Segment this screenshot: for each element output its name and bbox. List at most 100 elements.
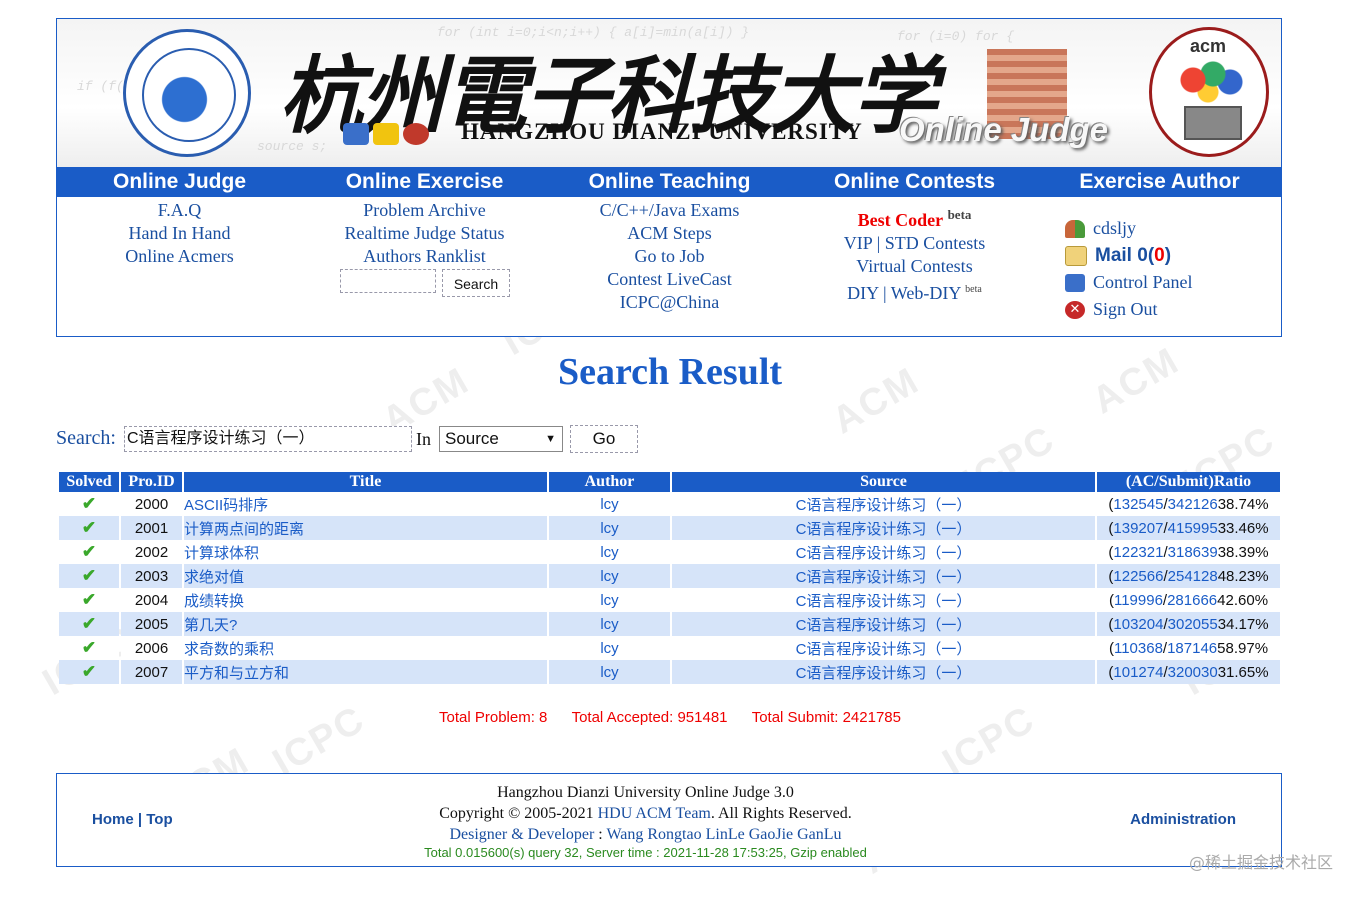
total-accepted: Total Accepted: 951481	[571, 709, 728, 726]
problem-title-link[interactable]: 求绝对值	[184, 564, 547, 588]
ac-link[interactable]: 103204	[1113, 616, 1163, 633]
link-icpc-china[interactable]: ICPC@China	[547, 291, 792, 314]
mail-icon	[1065, 245, 1087, 266]
problem-id: 2004	[121, 588, 182, 612]
beta-badge: beta	[947, 207, 972, 222]
author-link[interactable]: lcy	[549, 564, 670, 588]
go-button[interactable]: Go	[570, 425, 638, 453]
link-virtual-contests[interactable]: Virtual Contests	[792, 255, 1037, 278]
author-link[interactable]: lcy	[549, 540, 670, 564]
author-link[interactable]: lcy	[549, 660, 670, 684]
author-link[interactable]: lcy	[549, 612, 670, 636]
banner-title-en: HANGZHOU DIANZI UNIVERSITY	[461, 119, 863, 144]
author-panel: cdsljy Mail 0(0) Control Panel ✕ Sign Ou…	[1065, 215, 1275, 323]
table-row: ✔ 2007 平方和与立方和 lcy C语言程序设计练习（一） (101274/32003…	[59, 660, 1280, 684]
nav-header-online-contests: Online Contests	[833, 170, 996, 193]
link-authors-ranklist[interactable]: Authors Ranklist	[302, 245, 547, 268]
submit-link[interactable]: 415995	[1168, 520, 1218, 537]
submit-link[interactable]: 281666	[1167, 592, 1217, 609]
source-link[interactable]: C语言程序设计练习（一）	[672, 516, 1095, 540]
solved-cell: ✔	[59, 636, 119, 660]
problem-search-input[interactable]	[340, 269, 436, 293]
link-problem-archive[interactable]: Problem Archive	[302, 199, 547, 222]
source-link[interactable]: C语言程序设计练习（一）	[672, 588, 1095, 612]
author-link[interactable]: lcy	[549, 516, 670, 540]
link-web-diy[interactable]: Web-DIY	[891, 283, 961, 303]
source-link[interactable]: C语言程序设计练习（一）	[672, 612, 1095, 636]
link-go-to-job[interactable]: Go to Job	[547, 245, 792, 268]
link-realtime-judge-status[interactable]: Realtime Judge Status	[302, 222, 547, 245]
source-link[interactable]: C语言程序设计练习（一）	[672, 660, 1095, 684]
problem-id: 2000	[121, 492, 182, 516]
solved-cell: ✔	[59, 516, 119, 540]
nav-header-online-exercise: Online Exercise	[345, 170, 504, 193]
problem-id: 2006	[121, 636, 182, 660]
footer: Home | Top Hangzhou Dianzi University On…	[56, 773, 1282, 867]
submit-link[interactable]: 320030	[1168, 664, 1218, 681]
submit-link[interactable]: 318639	[1168, 544, 1218, 561]
problem-title-link[interactable]: 求奇数的乘积	[184, 636, 547, 660]
problem-title-link[interactable]: ASCII码排序	[184, 492, 547, 516]
sign-out-link[interactable]: ✕ Sign Out	[1065, 296, 1275, 323]
beta-badge: beta	[965, 284, 982, 295]
ac-link[interactable]: 139207	[1113, 520, 1163, 537]
edit-icon	[1065, 273, 1085, 292]
link-contest-livecast[interactable]: Contest LiveCast	[547, 268, 792, 291]
submit-link[interactable]: 342126	[1168, 496, 1218, 513]
problem-search-button[interactable]: Search	[442, 269, 510, 297]
link-best-coder[interactable]: Best Coder	[858, 210, 943, 230]
source-link[interactable]: C语言程序设计练习（一）	[672, 564, 1095, 588]
designers-link[interactable]: Wang Rongtao LinLe GaoJie GanLu	[606, 826, 841, 843]
ac-link[interactable]: 132545	[1113, 496, 1163, 513]
problem-title-link[interactable]: 成绩转换	[184, 588, 547, 612]
link-vip[interactable]: VIP	[844, 233, 872, 253]
header: for (int i=0;i<n;i++) { a[i]=min(a[i]) }…	[56, 18, 1282, 337]
problem-title-link[interactable]: 第几天?	[184, 612, 547, 636]
nav-header-exercise-author: Exercise Author	[1079, 170, 1240, 193]
team-link[interactable]: HDU ACM Team	[598, 805, 711, 822]
author-link[interactable]: lcy	[549, 636, 670, 660]
link-std-contests[interactable]: STD Contests	[885, 233, 986, 253]
problem-title-link[interactable]: 计算球体积	[184, 540, 547, 564]
problem-id: 2005	[121, 612, 182, 636]
ac-link[interactable]: 119996	[1114, 592, 1163, 609]
solved-cell: ✔	[59, 492, 119, 516]
ac-link[interactable]: 101274	[1113, 664, 1163, 681]
total-submit: Total Submit: 2421785	[751, 709, 901, 726]
link-acm-steps[interactable]: ACM Steps	[547, 222, 792, 245]
ac-link[interactable]: 122321	[1113, 544, 1163, 561]
link-exams[interactable]: C/C++/Java Exams	[547, 199, 792, 222]
ac-link[interactable]: 122566	[1113, 568, 1163, 585]
col-header-title: Title	[184, 472, 547, 492]
mail-link[interactable]: Mail 0(0)	[1065, 242, 1275, 269]
problem-title-link[interactable]: 平方和与立方和	[184, 660, 547, 684]
link-online-acmers[interactable]: Online Acmers	[57, 245, 302, 268]
link-hand-in-hand[interactable]: Hand In Hand	[57, 222, 302, 245]
col-header-source: Source	[672, 472, 1095, 492]
col-header-ratio: (AC/Submit)Ratio	[1097, 472, 1280, 492]
totals: Total Problem: 8 Total Accepted: 951481 …	[0, 709, 1340, 726]
admin-link[interactable]: Administration	[1130, 811, 1236, 828]
search-field-select[interactable]: Source ▼	[439, 426, 563, 452]
source-link[interactable]: C语言程序设计练习（一）	[672, 636, 1095, 660]
designer-link[interactable]: Designer & Developer	[449, 826, 594, 843]
source-link[interactable]: C语言程序设计练习（一）	[672, 492, 1095, 516]
link-diy[interactable]: DIY	[847, 283, 878, 303]
author-username[interactable]: cdsljy	[1065, 215, 1275, 242]
search-input[interactable]: C语言程序设计练习（一）	[124, 426, 412, 452]
source-link[interactable]: C语言程序设计练习（一）	[672, 540, 1095, 564]
author-link[interactable]: lcy	[549, 492, 670, 516]
problem-id: 2007	[121, 660, 182, 684]
ac-link[interactable]: 110368	[1114, 640, 1163, 657]
submit-link[interactable]: 302055	[1168, 616, 1218, 633]
banner-tagline: Online Judge	[899, 111, 1109, 148]
link-faq[interactable]: F.A.Q	[57, 199, 302, 222]
control-panel-link[interactable]: Control Panel	[1065, 269, 1275, 296]
close-icon: ✕	[1065, 300, 1085, 319]
submit-link[interactable]: 187146	[1167, 640, 1217, 657]
problem-title-link[interactable]: 计算两点间的距离	[184, 516, 547, 540]
author-link[interactable]: lcy	[549, 588, 670, 612]
submit-link[interactable]: 254128	[1168, 568, 1218, 585]
corner-watermark: @稀土掘金技术社区	[1188, 853, 1333, 872]
footer-designers: Designer & Developer : Wang Rongtao LinL…	[449, 826, 842, 843]
